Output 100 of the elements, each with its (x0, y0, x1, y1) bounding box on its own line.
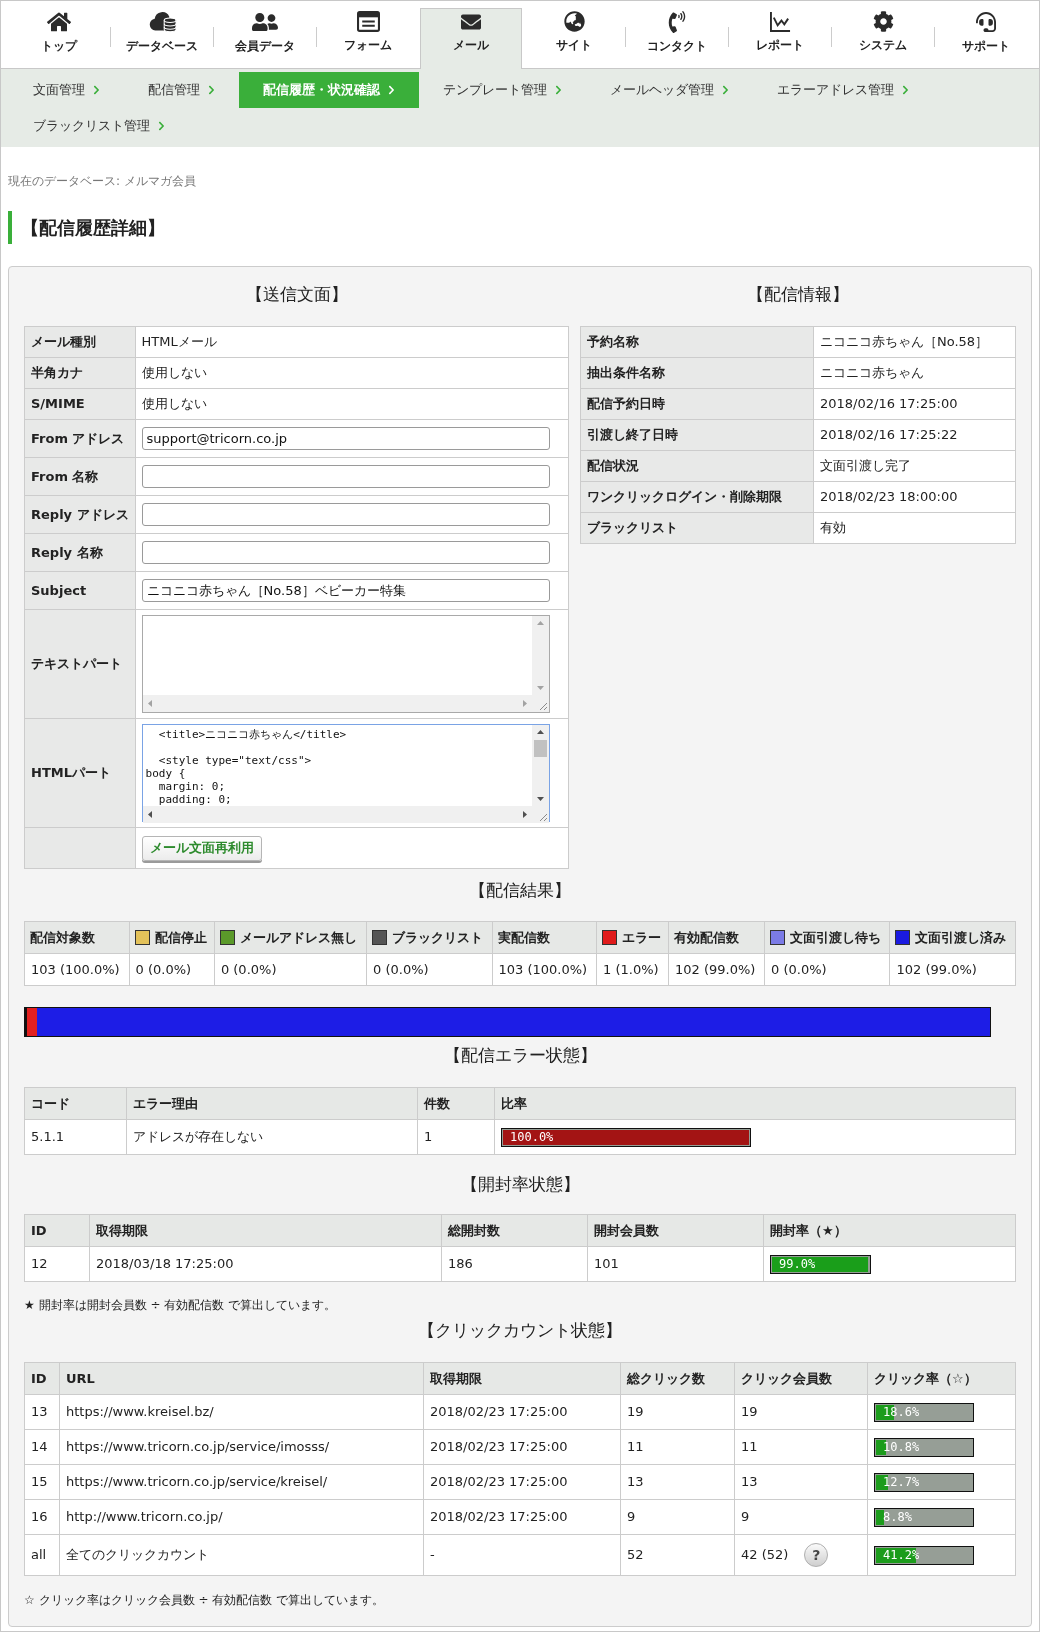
table-cell: 19 (620, 1394, 735, 1430)
text-input[interactable] (141, 541, 550, 564)
field-value: 2018/02/23 18:00:00 (813, 481, 1016, 513)
field-label: Reply アドレス (24, 495, 136, 534)
section-title: 【配信エラー状態】 (442, 1044, 598, 1067)
table-cell: 13 (24, 1394, 60, 1430)
nav-tab[interactable]: システム (832, 1, 934, 68)
column-header: 有効配信数 (668, 921, 765, 954)
field-value: HTMLメール (135, 326, 569, 358)
column-header: URL (59, 1362, 424, 1395)
section-title: 【送信文面】 (244, 283, 349, 306)
page-title: 【配信履歴詳細】 (8, 211, 1032, 244)
subnav-link[interactable]: 文面管理 (9, 72, 124, 108)
table-cell: 0 (0.0%) (764, 953, 890, 986)
percentage-text: 41.2% (883, 1547, 920, 1563)
scroll-left-arrow-icon[interactable] (147, 811, 152, 818)
subnav-link[interactable]: 配信管理 (124, 72, 239, 108)
table-cell: https://www.tricorn.co.jp/service/kreisel/ (59, 1464, 424, 1500)
field-label: ワンクリックログイン・削除期限 (580, 481, 814, 513)
nav-tab[interactable]: コンタクト (626, 1, 728, 68)
scrollbar-thumb[interactable] (533, 740, 547, 757)
chevron-right-icon (555, 85, 562, 95)
table-cell: 102 (99.0%) (890, 953, 1016, 986)
table-cell: 11 (620, 1429, 735, 1465)
nav-tab[interactable]: メール (420, 8, 522, 69)
column-header: 取得期限 (423, 1362, 621, 1395)
percentage-text: 100.0% (510, 1129, 554, 1145)
subnav-link[interactable]: メールヘッダ管理 (586, 72, 753, 108)
settings-icon (872, 11, 894, 32)
field-value: ニコニコ赤ちゃん［No.58］ (813, 326, 1016, 358)
nav-tab[interactable]: レポート (729, 1, 831, 68)
column-header: 比率 (494, 1087, 1016, 1120)
field-value: 文面引渡し完了 (813, 450, 1016, 482)
table-cell: 2018/02/23 17:25:00 (423, 1429, 621, 1465)
window-icon (356, 11, 380, 32)
count-text: 42 (52) (741, 1546, 789, 1565)
footnote: ★ 開封率は開封会員数 ÷ 有効配信数 で算出しています。 (24, 1297, 338, 1313)
table-cell: 103 (100.0%) (24, 953, 130, 986)
text-input[interactable]: ニコニコ赤ちゃん［No.58］ベビーカー特集 (141, 579, 550, 602)
vertical-scrollbar[interactable] (531, 725, 549, 806)
field-label: From 名称 (24, 457, 136, 496)
column-header: 文面引渡し待ち (790, 928, 882, 947)
phone-icon (668, 11, 686, 33)
table-cell: 0 (0.0%) (129, 953, 215, 986)
field-value: 使用しない (135, 388, 569, 420)
field-label: テキストパート (24, 609, 136, 719)
cloud-database-icon (147, 11, 177, 33)
table-cell: https://www.tricorn.co.jp/service/imosss/ (59, 1429, 424, 1465)
text-area[interactable]: <title>ニコニコ赤ちゃん</title> <style type="text/css"> body { margin: 0; padding: 0; (141, 724, 550, 822)
envelope-icon (461, 12, 481, 32)
text-input[interactable] (141, 465, 550, 488)
column-header: 総開封数 (441, 1214, 588, 1247)
column-header: ID (24, 1362, 60, 1395)
field-label: 配信予約日時 (580, 388, 814, 420)
help-button[interactable]: ? (804, 1543, 829, 1567)
globe-icon (563, 11, 585, 32)
users-icon (252, 11, 278, 33)
column-header: ID (24, 1214, 90, 1247)
field-label: Subject (24, 571, 136, 610)
subnav-link[interactable]: エラーアドレス管理 (753, 72, 933, 108)
scroll-down-arrow-icon[interactable] (536, 797, 544, 801)
scroll-up-arrow-icon[interactable] (536, 730, 544, 734)
home-icon (47, 11, 71, 33)
reuse-mail-button[interactable]: メール文面再利用 (141, 835, 262, 861)
field-label: メール種別 (24, 326, 136, 358)
nav-tab[interactable]: トップ (8, 1, 110, 68)
section-title: 【配信結果】 (468, 879, 572, 902)
table-cell: https://www.kreisel.bz/ (59, 1394, 424, 1430)
subnav-link[interactable]: ブラックリスト管理 (9, 108, 189, 144)
column-header: 文面引渡し済み (915, 928, 1007, 947)
column-header: メールアドレス無し (239, 928, 357, 947)
table-cell: 15 (24, 1464, 60, 1500)
table-cell: 2018/02/23 17:25:00 (423, 1464, 621, 1500)
table-cell: 2018/03/18 17:25:00 (89, 1246, 442, 1282)
field-label: HTMLパート (24, 718, 136, 828)
table-cell: 13 (620, 1464, 735, 1500)
nav-tab[interactable]: データベース (111, 1, 213, 68)
table-cell: 5.1.1 (24, 1119, 127, 1155)
table-cell: 0 (0.0%) (366, 953, 492, 986)
nav-tab[interactable]: フォーム (317, 1, 419, 68)
column-header: 開封会員数 (587, 1214, 764, 1247)
field-label: 配信状況 (580, 450, 814, 482)
column-header: 配信対象数 (24, 921, 130, 954)
table-cell: 11 (734, 1429, 868, 1465)
text-input[interactable]: support@tricorn.co.jp (141, 427, 550, 450)
scroll-right-arrow-icon[interactable] (522, 811, 527, 818)
chevron-right-icon (93, 85, 100, 95)
column-header: 総クリック数 (620, 1362, 735, 1395)
subnav-link[interactable]: テンプレート管理 (419, 72, 586, 108)
table-cell: 0 (0.0%) (214, 953, 367, 986)
text-input[interactable] (141, 503, 550, 526)
code-text: <title>ニコニコ赤ちゃん</title> <style type="text/css"> body { margin: 0; padding: 0; (145, 728, 348, 806)
horizontal-scrollbar[interactable] (142, 806, 532, 823)
nav-tab[interactable]: サポート (935, 1, 1037, 68)
text-area[interactable] (141, 615, 550, 713)
field-label: S/MIME (24, 388, 136, 420)
nav-tab[interactable]: 会員データ (214, 1, 316, 68)
table-cell: 186 (441, 1246, 588, 1282)
nav-tab[interactable]: サイト (523, 1, 625, 68)
table-cell: 16 (24, 1499, 60, 1535)
